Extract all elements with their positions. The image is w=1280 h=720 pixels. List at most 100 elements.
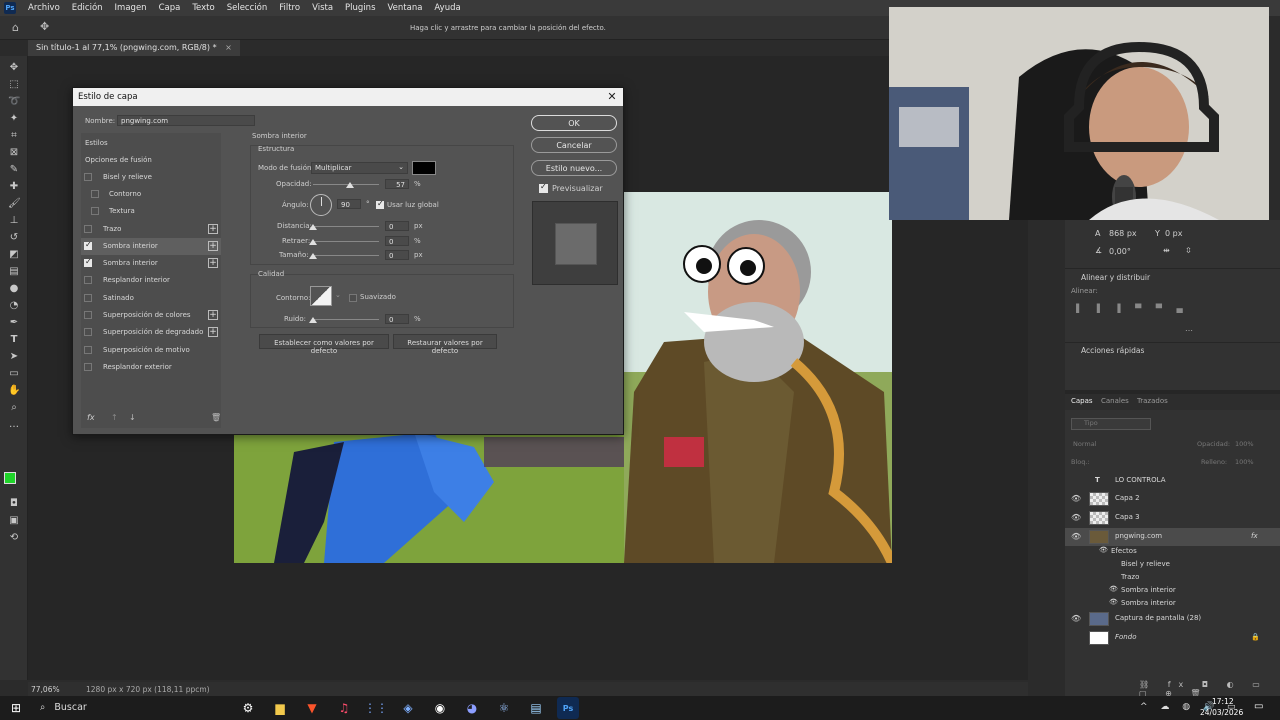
music-app-icon[interactable]: ♫	[333, 697, 355, 719]
style-checkbox[interactable]	[84, 257, 92, 267]
style-inner-glow[interactable]: Resplandor interior	[81, 272, 221, 289]
photoshop-logo-icon[interactable]: Ps	[4, 2, 16, 14]
layer-item[interactable]: T LO CONTROLA	[1065, 472, 1280, 490]
style-checkbox[interactable]	[84, 363, 92, 371]
menu-ayuda[interactable]: Ayuda	[428, 3, 466, 13]
style-pattern-overlay[interactable]: Superposición de motivo	[81, 342, 221, 359]
visibility-eye-icon[interactable]: 👁	[1071, 494, 1081, 504]
choke-slider[interactable]	[313, 241, 379, 242]
prop-x-value[interactable]: 868 px	[1109, 229, 1137, 238]
fill-value[interactable]: 100%	[1235, 458, 1254, 466]
vpn-app-icon[interactable]: ◈	[397, 697, 419, 719]
style-checkbox[interactable]	[91, 207, 99, 215]
foreground-color-swatch[interactable]	[4, 472, 16, 484]
move-tool-icon[interactable]: ✥	[40, 20, 49, 33]
visibility-eye-icon[interactable]: 👁	[1071, 513, 1081, 523]
distance-input[interactable]: 0	[385, 221, 409, 231]
menu-archivo[interactable]: Archivo	[22, 3, 66, 13]
tab-trazados[interactable]: Trazados	[1137, 397, 1168, 405]
magic-wand-icon[interactable]: ✦	[8, 113, 20, 125]
choke-slider-handle[interactable]	[309, 239, 317, 245]
menu-ventana[interactable]: Ventana	[382, 3, 429, 13]
flip-horizontal-icon[interactable]: ⇹	[1163, 246, 1170, 255]
close-tab-icon[interactable]: ×	[225, 43, 232, 52]
crop-icon[interactable]: ⌗	[8, 130, 20, 142]
style-bevel[interactable]: Bisel y relieve	[81, 169, 221, 186]
add-effect-icon[interactable]: +	[208, 327, 218, 337]
styles-header[interactable]: Estilos	[81, 135, 221, 152]
antialias-checkbox[interactable]	[349, 294, 357, 302]
pen-icon[interactable]: ✒	[8, 317, 20, 329]
shape-icon[interactable]: ▭	[8, 368, 20, 380]
delete-effect-icon[interactable]: 🗑	[211, 413, 221, 422]
effects-group[interactable]: 👁 Efectos	[1065, 545, 1280, 558]
gradient-icon[interactable]: ▤	[8, 266, 20, 278]
style-checkbox[interactable]	[84, 225, 92, 233]
layer-item[interactable]: 👁 Capa 2	[1065, 490, 1280, 508]
layer-item[interactable]: 👁 Captura de pantalla (28)	[1065, 610, 1280, 628]
style-checkbox[interactable]	[84, 346, 92, 354]
menu-capa[interactable]: Capa	[153, 3, 187, 13]
windows-start-icon[interactable]: ⊞	[5, 697, 27, 719]
clock-date[interactable]: 24/03/2026	[1200, 708, 1243, 717]
path-select-icon[interactable]: ➤	[8, 351, 20, 363]
blend-mode-select[interactable]: Multiplicar ⌄	[311, 162, 408, 174]
effect-item[interactable]: 👁 Sombra interior	[1065, 597, 1280, 610]
angle-dial[interactable]	[310, 194, 332, 216]
noise-slider[interactable]	[313, 319, 379, 320]
reset-default-button[interactable]: Restaurar valores por defecto	[393, 334, 497, 355]
prop-y-value[interactable]: 0 px	[1165, 229, 1182, 238]
lasso-icon[interactable]: ➰	[8, 96, 20, 108]
eraser-icon[interactable]: ◩	[8, 249, 20, 261]
effect-eye-icon[interactable]: 👁	[1109, 598, 1118, 606]
style-checkbox[interactable]	[84, 294, 92, 302]
share-icon[interactable]: ⟲	[8, 532, 20, 544]
history-brush-icon[interactable]: ↺	[8, 232, 20, 244]
add-effect-icon[interactable]: +	[208, 224, 218, 234]
blending-options-item[interactable]: Opciones de fusión	[81, 152, 221, 169]
ok-button[interactable]: OK	[531, 115, 617, 131]
dialog-titlebar[interactable]: Estilo de capa	[73, 88, 623, 106]
home-icon[interactable]: ⌂	[12, 21, 19, 34]
healing-icon[interactable]: ✚	[8, 181, 20, 193]
align-section-title[interactable]: Alinear y distribuir	[1081, 273, 1150, 282]
opacity-slider-handle[interactable]	[346, 182, 354, 188]
effects-eye-icon[interactable]: 👁	[1099, 546, 1108, 554]
effect-item[interactable]: Trazo	[1065, 571, 1280, 584]
add-effect-icon[interactable]: +	[208, 258, 218, 268]
style-checkbox[interactable]	[84, 328, 92, 336]
shadow-color-swatch[interactable]	[412, 161, 436, 175]
global-light-checkbox[interactable]	[376, 199, 384, 209]
effect-item[interactable]: Bisel y relieve	[1065, 558, 1280, 571]
settings-icon[interactable]: ⚙	[237, 697, 259, 719]
size-slider[interactable]	[313, 255, 379, 256]
brush-icon[interactable]: 🖌	[8, 198, 21, 210]
contour-picker[interactable]	[310, 286, 332, 306]
tab-capas[interactable]: Capas	[1071, 397, 1093, 405]
style-inner-shadow-1[interactable]: Sombra interior +	[81, 238, 221, 255]
dodge-icon[interactable]: ◔	[8, 300, 20, 312]
add-effect-icon[interactable]: +	[208, 241, 218, 251]
screen-mode-icon[interactable]: ▣	[8, 515, 20, 527]
type-icon[interactable]: T	[8, 334, 20, 346]
menu-seleccion[interactable]: Selección	[221, 3, 274, 13]
size-input[interactable]: 0	[385, 250, 409, 260]
move-icon[interactable]: ✥	[8, 62, 20, 74]
close-icon[interactable]: ✕	[605, 90, 619, 104]
steam-icon[interactable]: ⚛	[493, 697, 515, 719]
quick-mask-icon[interactable]: ◘	[8, 498, 20, 510]
layer-item[interactable]: Fondo 🔒	[1065, 629, 1280, 647]
brave-browser-icon[interactable]: ▼	[301, 697, 323, 719]
size-slider-handle[interactable]	[309, 253, 317, 259]
style-checkbox[interactable]	[84, 173, 92, 181]
noise-input[interactable]: 0	[385, 314, 409, 324]
more-tools-icon[interactable]: …	[8, 419, 20, 431]
photoshop-taskbar-icon[interactable]: Ps	[557, 697, 579, 719]
style-stroke[interactable]: Trazo +	[81, 221, 221, 238]
angle-input[interactable]: 90	[337, 199, 361, 209]
more-options-icon[interactable]: …	[1185, 324, 1193, 333]
blend-mode-select[interactable]: Normal	[1073, 440, 1097, 448]
prop-angle-value[interactable]: 0,00°	[1109, 247, 1131, 256]
noise-slider-handle[interactable]	[309, 317, 317, 323]
preview-checkbox[interactable]	[539, 182, 548, 193]
